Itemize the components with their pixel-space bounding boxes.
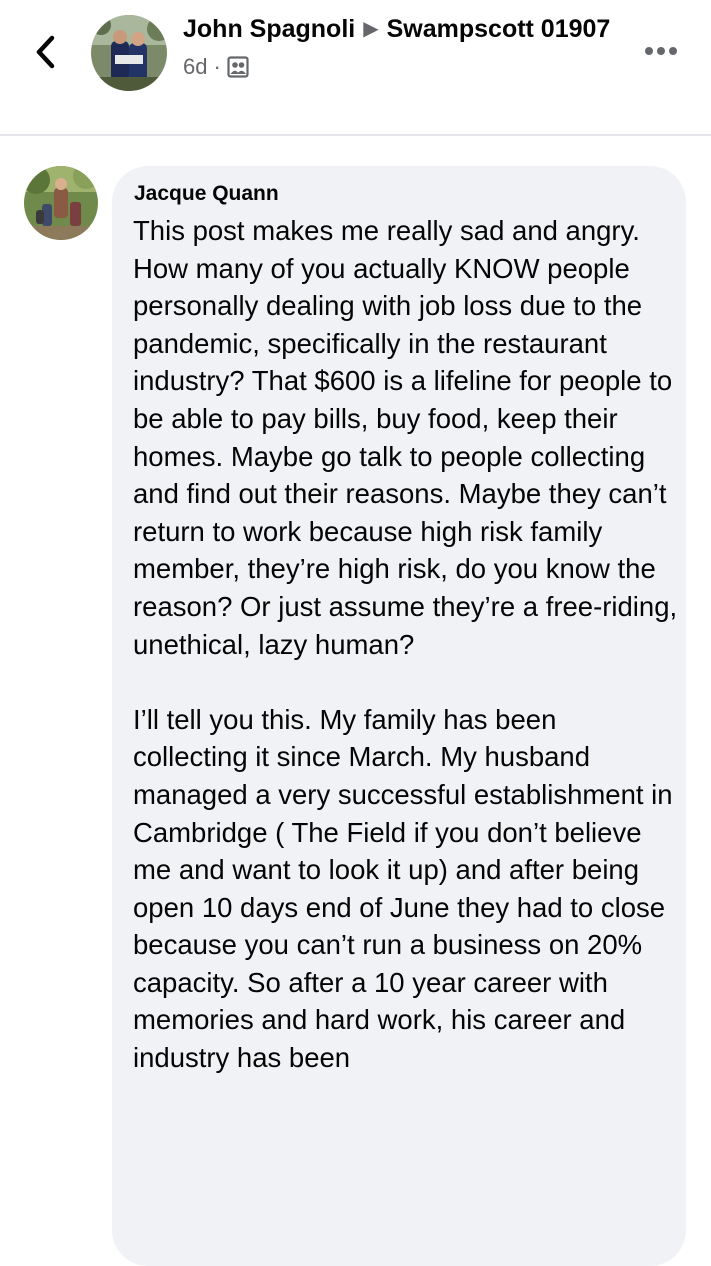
post-title: John Spagnoli ▶ Swampscott 01907 <box>183 14 623 46</box>
comment-paragraph: I’ll tell you this. My family has been c… <box>133 703 673 1074</box>
comment-author[interactable]: Jacque Quann <box>134 182 279 206</box>
more-options-button[interactable] <box>641 36 681 66</box>
post-meta: 6d · <box>183 54 623 80</box>
comment-bubble: Jacque Quann This post makes me really s… <box>112 166 686 1266</box>
more-horizontal-icon <box>645 47 677 55</box>
group-name-link[interactable]: Swampscott 01907 <box>387 15 611 43</box>
meta-separator: · <box>213 54 221 79</box>
post-header: John Spagnoli ▶ Swampscott 01907 6d · <box>0 0 711 136</box>
commenter-avatar[interactable] <box>24 166 98 240</box>
poster-avatar[interactable] <box>91 15 167 91</box>
chevron-left-icon <box>36 35 55 69</box>
back-button[interactable] <box>26 32 66 72</box>
comment-paragraph: This post makes me really sad and angry.… <box>133 215 678 660</box>
post-title-block: John Spagnoli ▶ Swampscott 01907 6d · <box>183 14 623 80</box>
arrow-right-icon: ▶ <box>363 18 379 40</box>
group-audience-icon <box>227 56 249 78</box>
post-timestamp[interactable]: 6d <box>183 54 207 80</box>
poster-name-link[interactable]: John Spagnoli <box>183 15 355 43</box>
comment-text: This post makes me really sad and angry.… <box>133 212 678 1077</box>
